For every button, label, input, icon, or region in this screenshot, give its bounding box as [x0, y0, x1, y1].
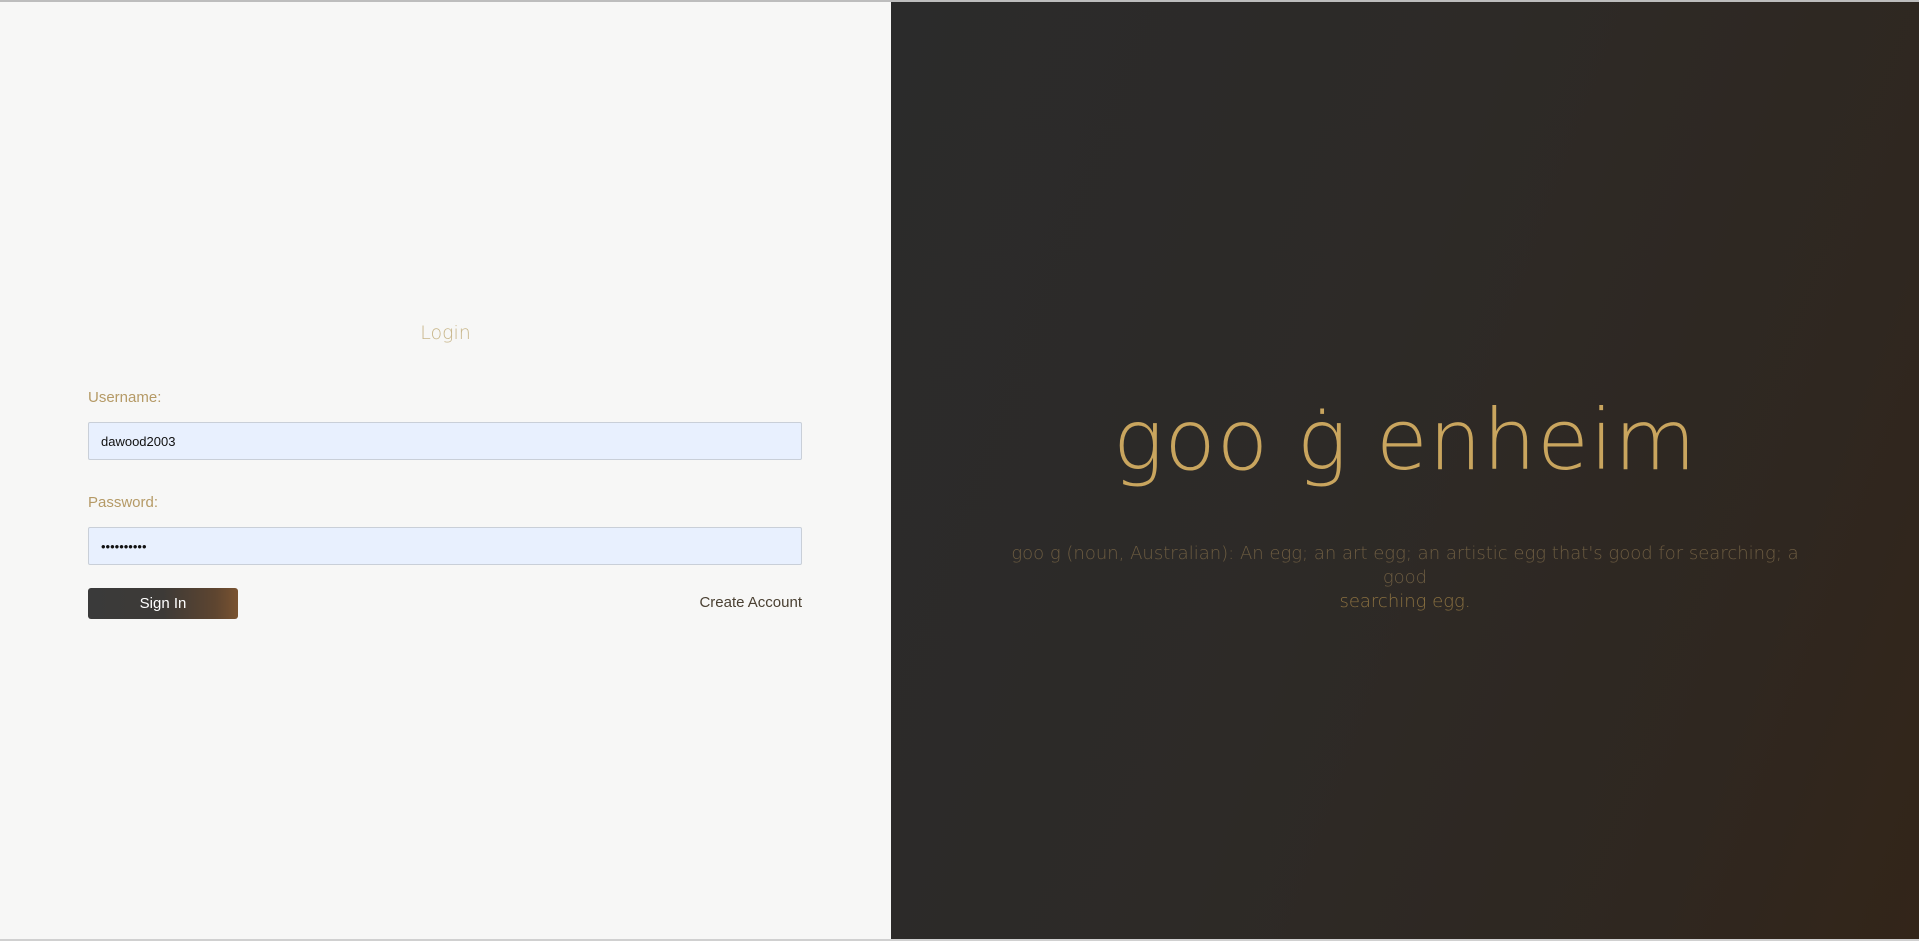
brand-title: goo ġ enheim — [1112, 391, 1697, 489]
definition-tail-text: searching egg. — [1339, 591, 1471, 612]
password-label: Password: — [88, 494, 159, 511]
username-input[interactable] — [88, 422, 802, 460]
login-page: Login Username: Password: Sign In Create… — [0, 0, 1919, 941]
password-input[interactable] — [88, 527, 802, 565]
create-account-link[interactable]: Create Account — [600, 594, 802, 611]
definition-main-text: goo g (noun, Australian): An egg; an art… — [1011, 543, 1799, 588]
brand-definition: goo g (noun, Australian): An egg; an art… — [990, 542, 1820, 614]
username-label: Username: — [88, 389, 162, 406]
login-panel — [0, 2, 891, 939]
sign-in-button[interactable]: Sign In — [88, 588, 238, 619]
login-heading: Login — [420, 322, 471, 344]
